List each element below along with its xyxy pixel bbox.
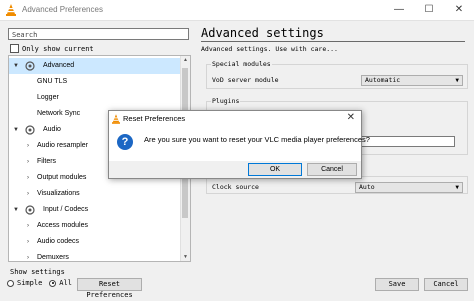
all-label: All bbox=[59, 279, 72, 287]
tree-item-label: Filters bbox=[37, 158, 57, 165]
tree-item-label: Advanced bbox=[43, 62, 75, 69]
only-show-current-checkbox[interactable]: Only show current bbox=[10, 44, 94, 53]
chevron-right-icon[interactable]: › bbox=[27, 154, 29, 170]
vod-server-value: Automatic bbox=[365, 76, 401, 84]
tree-item[interactable]: ▼ Input / Codecs bbox=[9, 202, 182, 218]
dialog-ok-button[interactable]: OK bbox=[248, 163, 302, 176]
scroll-up-icon[interactable]: ▲ bbox=[181, 57, 190, 63]
dialog-footer: OK Cancel bbox=[109, 161, 361, 178]
scroll-down-icon[interactable]: ▼ bbox=[181, 254, 190, 260]
tree-item-label: GNU TLS bbox=[37, 78, 68, 85]
dialog-title: Reset Preferences bbox=[123, 114, 186, 123]
search-input[interactable]: Search bbox=[8, 28, 189, 40]
only-show-current-label: Only show current bbox=[22, 44, 94, 53]
tree-item-label: Network Sync bbox=[37, 110, 81, 117]
chevron-down-icon[interactable]: ▼ bbox=[13, 202, 19, 218]
clock-source-label: Clock source bbox=[212, 183, 259, 191]
show-settings-radios[interactable]: Simple All bbox=[7, 279, 72, 287]
maximize-button[interactable]: ☐ bbox=[414, 0, 444, 20]
advanced-icon bbox=[25, 61, 35, 71]
chevron-down-icon: ▼ bbox=[455, 184, 459, 191]
tree-item[interactable]: › Demuxers bbox=[9, 250, 182, 261]
reset-preferences-button[interactable]: Reset Preferences bbox=[77, 278, 142, 299]
tree-item-label: Input / Codecs bbox=[43, 206, 89, 213]
chevron-down-icon[interactable]: ▼ bbox=[13, 122, 19, 138]
question-icon: ? bbox=[117, 134, 133, 150]
tree-item[interactable]: › Visualizations bbox=[9, 186, 182, 202]
simple-radio[interactable] bbox=[7, 279, 14, 287]
tree-item[interactable]: › Access modules bbox=[9, 218, 182, 234]
chevron-down-icon[interactable]: ▼ bbox=[13, 58, 19, 74]
chevron-right-icon[interactable]: › bbox=[27, 170, 29, 186]
dialog-close-button[interactable]: ✕ bbox=[347, 112, 355, 123]
chevron-right-icon[interactable]: › bbox=[27, 138, 29, 154]
chevron-right-icon[interactable]: › bbox=[27, 234, 29, 250]
checkbox-box[interactable] bbox=[10, 44, 19, 53]
chevron-right-icon[interactable]: › bbox=[27, 186, 29, 202]
vlc-cone-icon bbox=[6, 4, 16, 18]
clock-source-value: Auto bbox=[359, 183, 375, 191]
chevron-right-icon[interactable]: › bbox=[27, 250, 29, 261]
tree-item[interactable]: ▼ Advanced bbox=[9, 58, 182, 74]
vod-server-label: VoD server module bbox=[212, 76, 279, 84]
window-title: Advanced Preferences bbox=[22, 5, 103, 14]
input-codecs-icon bbox=[25, 205, 35, 215]
chevron-right-icon[interactable]: › bbox=[27, 218, 29, 234]
tree-item-label: Visualizations bbox=[37, 190, 80, 197]
tree-item-label: Audio resampler bbox=[37, 142, 88, 149]
tree-item-label: Audio bbox=[43, 126, 61, 133]
title-bar: Advanced Preferences — ☐ ✕ bbox=[0, 0, 474, 21]
vod-server-select[interactable]: Automatic ▼ bbox=[361, 75, 463, 86]
plugins-text-field[interactable] bbox=[361, 136, 455, 147]
plugins-title: Plugins bbox=[211, 97, 241, 105]
dialog-body: ? Are you sure you want to reset your VL… bbox=[109, 127, 370, 162]
tree-item-label: Access modules bbox=[37, 222, 88, 229]
simple-label: Simple bbox=[17, 279, 43, 287]
heading-divider bbox=[201, 41, 465, 42]
clock-source-select[interactable]: Auto ▼ bbox=[355, 182, 463, 193]
special-modules-title: Special modules bbox=[211, 60, 272, 68]
tree-item-label: Demuxers bbox=[37, 254, 69, 261]
all-radio[interactable] bbox=[49, 279, 57, 287]
tree-item[interactable]: GNU TLS bbox=[9, 74, 182, 90]
audio-icon bbox=[25, 125, 35, 135]
tree-item-label: Logger bbox=[37, 94, 59, 101]
dialog-title-bar: Reset Preferences ✕ bbox=[109, 111, 361, 127]
minimize-button[interactable]: — bbox=[384, 0, 414, 20]
tree-item-label: Audio codecs bbox=[37, 238, 80, 245]
vlc-cone-icon bbox=[112, 114, 120, 126]
cancel-button[interactable]: Cancel bbox=[424, 278, 468, 291]
page-title: Advanced settings bbox=[201, 26, 324, 40]
chevron-down-icon: ▼ bbox=[455, 77, 459, 84]
tree-item[interactable]: Logger bbox=[9, 90, 182, 106]
page-subtext: Advanced settings. Use with care... bbox=[201, 45, 338, 53]
reset-preferences-dialog: Reset Preferences ✕ ? Are you sure you w… bbox=[108, 110, 370, 179]
tree-item-label: Output modules bbox=[37, 174, 87, 181]
dialog-message: Are you sure you want to reset your VLC … bbox=[144, 135, 370, 144]
close-button[interactable]: ✕ bbox=[444, 0, 474, 20]
dialog-cancel-button[interactable]: Cancel bbox=[307, 163, 357, 176]
save-button[interactable]: Save bbox=[375, 278, 419, 291]
tree-item[interactable]: › Audio codecs bbox=[9, 234, 182, 250]
show-settings-label: Show settings bbox=[10, 268, 65, 276]
